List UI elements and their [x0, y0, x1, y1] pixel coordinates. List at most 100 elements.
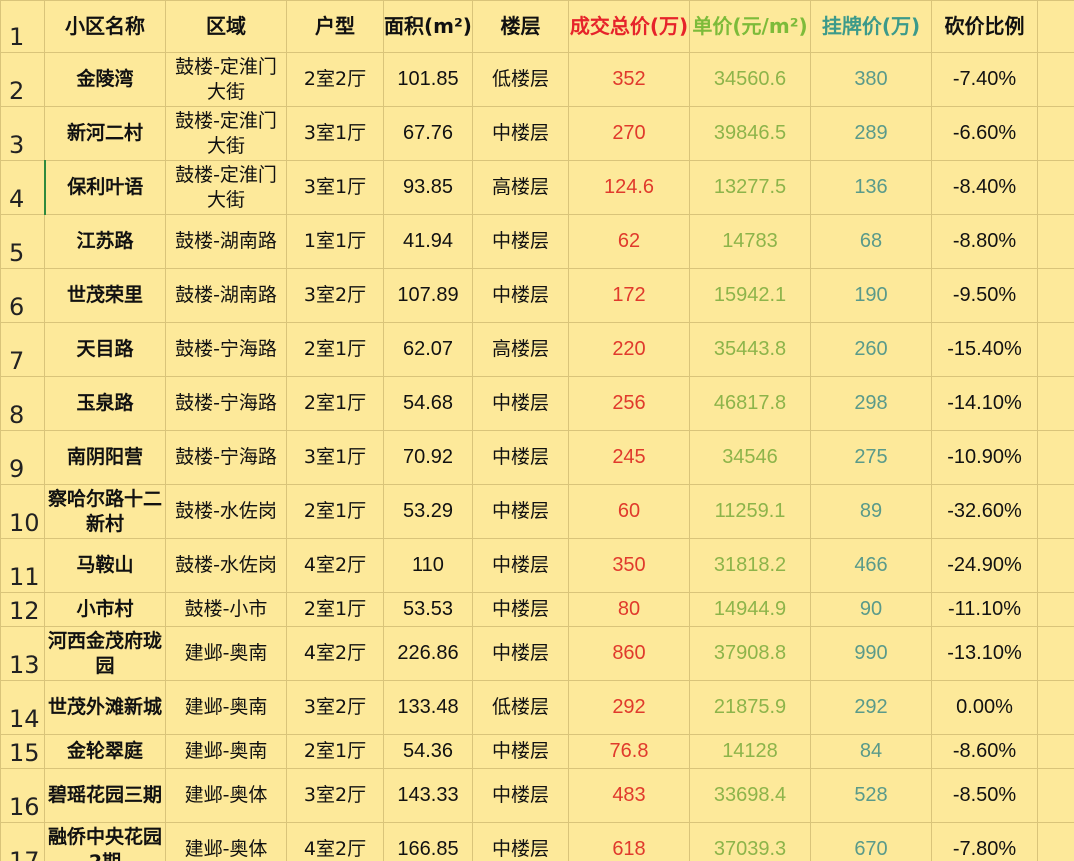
table-cell[interactable]: 990: [810, 626, 932, 681]
table-cell[interactable]: -9.50%: [931, 268, 1038, 323]
table-cell[interactable]: 3室1厅: [286, 106, 384, 161]
table-cell[interactable]: 鼓楼-宁海路: [165, 376, 287, 431]
table-cell[interactable]: 3室1厅: [286, 160, 384, 215]
table-cell[interactable]: 保利叶语: [44, 160, 166, 215]
table-cell[interactable]: 39846.5: [689, 106, 811, 161]
table-cell[interactable]: 高楼层: [472, 160, 569, 215]
table-cell[interactable]: -11.10%: [931, 592, 1038, 627]
empty-cell[interactable]: [1037, 214, 1074, 269]
table-cell[interactable]: 292: [568, 680, 690, 735]
table-cell[interactable]: 鼓楼-定淮门大街: [165, 160, 287, 215]
table-cell[interactable]: 21875.9: [689, 680, 811, 735]
table-cell[interactable]: 2室1厅: [286, 734, 384, 769]
table-cell[interactable]: 鼓楼-湖南路: [165, 268, 287, 323]
table-cell[interactable]: 15942.1: [689, 268, 811, 323]
table-cell[interactable]: 80: [568, 592, 690, 627]
table-cell[interactable]: 金陵湾: [44, 52, 166, 107]
table-cell[interactable]: 256: [568, 376, 690, 431]
table-cell[interactable]: -14.10%: [931, 376, 1038, 431]
table-cell[interactable]: 2室1厅: [286, 376, 384, 431]
table-cell[interactable]: 鼓楼-水佐岗: [165, 538, 287, 593]
table-cell[interactable]: 53.29: [383, 484, 473, 539]
table-cell[interactable]: 鼓楼-定淮门大街: [165, 106, 287, 161]
table-cell[interactable]: -15.40%: [931, 322, 1038, 377]
table-cell[interactable]: 鼓楼-小市: [165, 592, 287, 627]
row-number[interactable]: 1: [0, 0, 45, 53]
table-cell[interactable]: 34560.6: [689, 52, 811, 107]
table-cell[interactable]: 292: [810, 680, 932, 735]
table-cell[interactable]: 14783: [689, 214, 811, 269]
empty-cell[interactable]: [1037, 592, 1074, 627]
row-number[interactable]: 2: [0, 52, 45, 107]
table-cell[interactable]: 220: [568, 322, 690, 377]
table-cell[interactable]: 碧瑶花园三期: [44, 768, 166, 823]
table-cell[interactable]: 93.85: [383, 160, 473, 215]
table-cell[interactable]: 中楼层: [472, 106, 569, 161]
empty-cell[interactable]: [1037, 376, 1074, 431]
table-cell[interactable]: 马鞍山: [44, 538, 166, 593]
table-cell[interactable]: 鼓楼-定淮门大街: [165, 52, 287, 107]
row-number[interactable]: 8: [0, 376, 45, 431]
table-cell[interactable]: -8.80%: [931, 214, 1038, 269]
row-number[interactable]: 13: [0, 626, 45, 681]
table-cell[interactable]: 南阴阳营: [44, 430, 166, 485]
table-cell[interactable]: 528: [810, 768, 932, 823]
row-number[interactable]: 11: [0, 538, 45, 593]
table-cell[interactable]: 35443.8: [689, 322, 811, 377]
row-number[interactable]: 3: [0, 106, 45, 161]
table-cell[interactable]: 34546: [689, 430, 811, 485]
table-cell[interactable]: 3室2厅: [286, 268, 384, 323]
table-cell[interactable]: 37908.8: [689, 626, 811, 681]
table-cell[interactable]: 380: [810, 52, 932, 107]
table-cell[interactable]: 670: [810, 822, 932, 861]
table-cell[interactable]: 建邺-奥体: [165, 822, 287, 861]
table-cell[interactable]: 133.48: [383, 680, 473, 735]
table-cell[interactable]: 190: [810, 268, 932, 323]
empty-cell[interactable]: [1037, 734, 1074, 769]
empty-cell[interactable]: [1037, 268, 1074, 323]
row-number[interactable]: 17: [0, 822, 45, 861]
table-cell[interactable]: 90: [810, 592, 932, 627]
table-cell[interactable]: 68: [810, 214, 932, 269]
row-number[interactable]: 5: [0, 214, 45, 269]
table-cell[interactable]: 245: [568, 430, 690, 485]
table-cell[interactable]: 鼓楼-宁海路: [165, 430, 287, 485]
row-number[interactable]: 16: [0, 768, 45, 823]
empty-cell[interactable]: [1037, 430, 1074, 485]
column-header[interactable]: 砍价比例: [931, 0, 1038, 53]
table-cell[interactable]: 14128: [689, 734, 811, 769]
table-cell[interactable]: -10.90%: [931, 430, 1038, 485]
table-cell[interactable]: 小市村: [44, 592, 166, 627]
table-cell[interactable]: 60: [568, 484, 690, 539]
table-cell[interactable]: 89: [810, 484, 932, 539]
table-cell[interactable]: 4室2厅: [286, 626, 384, 681]
table-cell[interactable]: 54.68: [383, 376, 473, 431]
row-number[interactable]: 4: [0, 160, 46, 215]
table-cell[interactable]: 260: [810, 322, 932, 377]
table-cell[interactable]: 河西金茂府珑园: [44, 626, 166, 681]
table-cell[interactable]: 2室1厅: [286, 322, 384, 377]
table-cell[interactable]: 中楼层: [472, 592, 569, 627]
table-cell[interactable]: 110: [383, 538, 473, 593]
table-cell[interactable]: 世茂荣里: [44, 268, 166, 323]
table-cell[interactable]: 352: [568, 52, 690, 107]
empty-cell[interactable]: [1037, 626, 1074, 681]
table-cell[interactable]: 建邺-奥南: [165, 626, 287, 681]
table-cell[interactable]: 4室2厅: [286, 822, 384, 861]
table-cell[interactable]: 玉泉路: [44, 376, 166, 431]
table-cell[interactable]: 41.94: [383, 214, 473, 269]
table-cell[interactable]: 中楼层: [472, 376, 569, 431]
table-cell[interactable]: 124.6: [568, 160, 690, 215]
table-cell[interactable]: 483: [568, 768, 690, 823]
table-cell[interactable]: 33698.4: [689, 768, 811, 823]
empty-cell[interactable]: [1037, 768, 1074, 823]
table-cell[interactable]: 62.07: [383, 322, 473, 377]
table-cell[interactable]: 101.85: [383, 52, 473, 107]
row-number[interactable]: 9: [0, 430, 45, 485]
table-cell[interactable]: 53.53: [383, 592, 473, 627]
table-cell[interactable]: 建邺-奥南: [165, 734, 287, 769]
column-header[interactable]: 面积(m²): [383, 0, 473, 53]
table-cell[interactable]: 中楼层: [472, 626, 569, 681]
empty-cell[interactable]: [1037, 52, 1074, 107]
table-cell[interactable]: 618: [568, 822, 690, 861]
